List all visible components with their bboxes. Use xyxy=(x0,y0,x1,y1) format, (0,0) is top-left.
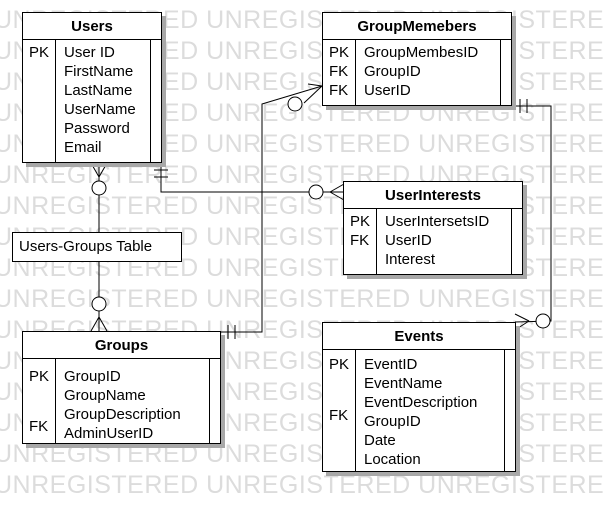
groups-field-groupid: GroupID xyxy=(64,368,121,385)
groupmembers-keys-column: PK FK FK xyxy=(323,40,356,105)
users-keys-column: PK xyxy=(23,40,56,162)
users-key-pk: PK xyxy=(29,44,50,61)
users-table[interactable]: Users PK User ID FirstName LastName User… xyxy=(22,12,162,163)
userinterests-table-title: UserInterests xyxy=(344,182,522,209)
groups-keys-column: PK FK xyxy=(23,359,56,443)
users-to-userinterests-connector xyxy=(154,163,345,201)
groupmembers-key-fk: FK xyxy=(329,82,349,99)
events-field-date: Date xyxy=(364,432,396,449)
groupmembers-key-fk: FK xyxy=(329,63,349,80)
events-field-eventid: EventID xyxy=(364,356,418,373)
users-to-label-connector xyxy=(90,162,108,232)
groups-fields: GroupID GroupName GroupDescription Admin… xyxy=(64,367,206,443)
userinterests-key-pk: PK xyxy=(350,213,371,230)
label-to-groups-connector xyxy=(90,262,108,332)
groupmembers-key-pk: PK xyxy=(329,44,350,61)
userinterests-table[interactable]: UserInterests PK FK UserIntersetsID User… xyxy=(343,181,523,275)
events-field-description: EventDescription xyxy=(364,394,478,411)
groupmembers-table-title: GroupMemebers xyxy=(323,13,511,40)
events-field-eventname: EventName xyxy=(364,375,443,392)
users-field-password: Password xyxy=(64,120,130,137)
groups-table-title: Groups xyxy=(23,332,220,359)
column-divider xyxy=(150,40,151,162)
users-field-userid: User ID xyxy=(64,44,115,61)
column-divider xyxy=(209,359,210,443)
userinterests-keys-column: PK FK xyxy=(344,209,377,274)
groupmembers-field-groupid: GroupID xyxy=(364,63,421,80)
userinterests-field-interest: Interest xyxy=(385,251,436,268)
users-field-username: UserName xyxy=(64,101,136,118)
events-field-location: Location xyxy=(364,451,421,468)
groups-key-fk: FK xyxy=(29,418,49,435)
events-key-fk: FK xyxy=(329,407,349,424)
groupmembers-field-id: GroupMembesID xyxy=(364,44,479,61)
column-divider xyxy=(511,209,512,274)
groups-table[interactable]: Groups PK FK GroupID GroupName GroupDesc… xyxy=(22,331,221,444)
userinterests-field-userid: UserID xyxy=(385,232,432,249)
users-table-title: Users xyxy=(23,13,161,40)
events-keys-column: PK FK xyxy=(323,350,356,471)
users-field-email: Email xyxy=(64,139,102,156)
users-field-firstname: FirstName xyxy=(64,63,134,80)
users-groups-label[interactable]: Users-Groups Table xyxy=(12,232,182,262)
groupmembers-table[interactable]: GroupMemebers PK FK FK GroupMembesID Gro… xyxy=(322,12,512,106)
events-table-title: Events xyxy=(323,323,515,350)
userinterests-fields: UserIntersetsID UserID Interest xyxy=(385,212,508,269)
events-table[interactable]: Events PK FK EventID EventName EventDesc… xyxy=(322,322,516,472)
events-key-pk: PK xyxy=(329,356,350,373)
groups-field-description: GroupDescription xyxy=(64,406,181,423)
events-fields: EventID EventName EventDescription Group… xyxy=(364,355,501,469)
users-fields: User ID FirstName LastName UserName Pass… xyxy=(64,43,147,157)
groupmembers-fields: GroupMembesID GroupID UserID xyxy=(364,43,497,100)
userinterests-key-fk: FK xyxy=(350,232,370,249)
groups-key-pk: PK xyxy=(29,368,50,385)
userinterests-field-id: UserIntersetsID xyxy=(385,213,490,230)
column-divider xyxy=(500,40,501,105)
groupmembers-field-userid: UserID xyxy=(364,82,411,99)
events-field-groupid: GroupID xyxy=(364,413,421,430)
groups-field-groupname: GroupName xyxy=(64,387,146,404)
column-divider xyxy=(504,350,505,471)
users-field-lastname: LastName xyxy=(64,82,133,99)
groups-to-groupmembers-connector xyxy=(221,83,323,339)
groups-field-adminuserid: AdminUserID xyxy=(64,425,154,442)
